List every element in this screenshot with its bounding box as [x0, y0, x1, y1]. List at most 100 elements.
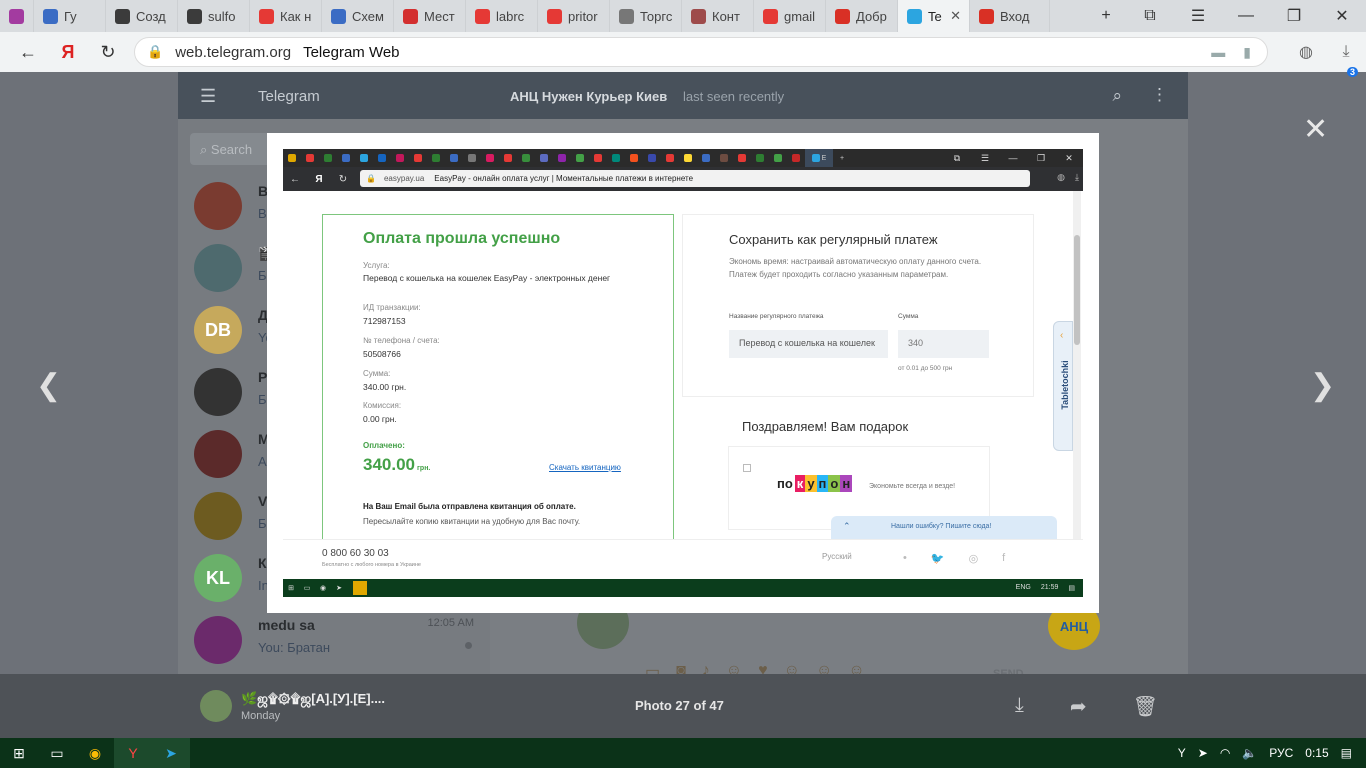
browser-tab[interactable]: Добр — [826, 0, 898, 32]
chat-list-item[interactable]: medu sa You: Братан 12:05 AM — [178, 609, 490, 671]
photo-tab-favicon-icon — [319, 149, 337, 167]
yandex-icon[interactable]: Я — [48, 42, 88, 63]
browser-tab[interactable]: Вход — [970, 0, 1050, 32]
download-icon[interactable]: ⤓ — [1015, 694, 1024, 719]
browser-tab[interactable]: gmail — [754, 0, 826, 32]
chat-avatar: DB — [194, 306, 242, 354]
tab-label: Схем — [352, 8, 384, 24]
chat-avatar — [194, 430, 242, 478]
close-viewer-icon[interactable]: ✕ — [1303, 112, 1328, 147]
browser-tab[interactable]: Гу — [34, 0, 106, 32]
regular-desc: Экономь время: настраивай автоматическую… — [729, 257, 982, 279]
browser-tab[interactable]: Конт — [682, 0, 754, 32]
tray-language[interactable]: РУС — [1269, 746, 1293, 760]
browser-tab[interactable]: Te ✕ — [898, 0, 970, 32]
telegram-app-icon[interactable]: ➤ — [152, 738, 190, 768]
minimize-button[interactable]: — — [1222, 0, 1270, 32]
tab-favicon-icon — [187, 8, 202, 24]
reload-button[interactable]: ↻ — [88, 42, 128, 63]
yandex-browser-icon[interactable]: Y — [114, 738, 152, 768]
volume-icon[interactable]: 🔈 — [1242, 746, 1257, 760]
telegram-tray-icon[interactable]: ➤ — [1198, 746, 1208, 760]
photo-tray-lang: ENG — [1015, 584, 1031, 591]
regular-title: Сохранить как регулярный платеж — [729, 232, 938, 247]
photo-tab-favicon-icon — [517, 149, 535, 167]
prev-photo-icon[interactable]: ❮ — [36, 368, 61, 403]
photo-restore-icon: ❐ — [1036, 152, 1046, 163]
chat-avatar — [194, 244, 242, 292]
hamburger-icon[interactable]: ☰ — [200, 86, 216, 107]
tabletochki-side-tab: ‹ Tabletochki — [1053, 321, 1073, 451]
close-tab-icon[interactable]: ✕ — [950, 8, 961, 24]
browser-tab[interactable]: labrc — [466, 0, 538, 32]
sender-name[interactable]: 🌿ஜ۩۞۩ஜ[А].[У].[Е].... — [241, 691, 385, 708]
photo-browser-tabs: Е + ⧉ ☰ — ❐ ✕ — [283, 149, 1083, 167]
photo-image[interactable]: Е + ⧉ ☰ — ❐ ✕ ← Я ↻ 🔒 easypay.ua EasyPay - о… — [267, 133, 1099, 613]
browser-tab[interactable]: Мест — [394, 0, 466, 32]
photo-tab-favicon-icon — [463, 149, 481, 167]
tab-label: Гу — [64, 8, 77, 24]
tab-favicon-icon — [691, 8, 706, 24]
paid-label: Оплачено: — [363, 441, 405, 450]
wifi-icon[interactable]: ◠ — [1220, 746, 1230, 760]
bookmarks-icon[interactable]: ⧉ — [1126, 0, 1174, 32]
downloads-icon[interactable]: ⤓ 3 — [1326, 43, 1366, 77]
sender-avatar[interactable] — [200, 690, 232, 722]
chat-title[interactable]: АНЦ Нужен Курьер Киев — [510, 89, 667, 104]
payment-success-card: Оплата прошла успешно Услуга: Перевод с … — [322, 214, 674, 539]
chat-bubble-icon[interactable]: ▬ — [1211, 44, 1225, 61]
yandex-tray-icon[interactable]: Y — [1178, 746, 1186, 760]
browser-tab[interactable]: Как н — [250, 0, 322, 32]
new-tab-button[interactable]: + — [1086, 0, 1126, 32]
tab-label: Вход — [1000, 8, 1030, 24]
browser-tab[interactable]: Схем — [322, 0, 394, 32]
next-photo-icon[interactable]: ❯ — [1310, 368, 1335, 403]
tray-time[interactable]: 0:15 — [1305, 746, 1328, 760]
browser-tab[interactable] — [0, 0, 34, 32]
notifications-icon[interactable]: ▤ — [1341, 746, 1352, 760]
task-view-icon[interactable]: ▭ — [38, 738, 76, 768]
tab-favicon-icon — [547, 8, 562, 24]
windows-start-icon[interactable]: ⊞ — [0, 738, 38, 768]
photo-scrollbar — [1073, 191, 1081, 539]
gift-checkbox — [743, 464, 751, 472]
chrome-icon[interactable]: ◉ — [76, 738, 114, 768]
tab-favicon-icon — [907, 8, 922, 24]
chat-preview: Б — [258, 268, 267, 283]
back-button[interactable]: ← — [8, 42, 48, 63]
photo-taskview-icon: ▭ — [303, 585, 311, 592]
restore-button[interactable]: ❐ — [1270, 0, 1318, 32]
fee-label: Комиссия: — [363, 401, 402, 410]
lock-icon: 🔒 — [147, 44, 164, 59]
forward-note: Пересылайте копию квитанции на удобную д… — [363, 517, 581, 526]
delete-icon[interactable]: 🗑 — [1133, 694, 1158, 719]
txn-value: 712987153 — [363, 316, 406, 326]
photo-tab-favicon-icon — [733, 149, 751, 167]
globe-icon[interactable]: ◍ — [1286, 42, 1326, 62]
photo-tab-favicon-icon — [625, 149, 643, 167]
forward-icon[interactable]: ➦ — [1070, 694, 1087, 719]
menu-icon[interactable]: ☰ — [1174, 0, 1222, 32]
tab-label: Добр — [856, 8, 887, 24]
search-icon: ⌕ — [200, 142, 208, 157]
close-window-button[interactable]: ✕ — [1318, 0, 1366, 32]
photo-download-icon: ⤓ — [1075, 172, 1079, 182]
address-bar[interactable]: 🔒 web.telegram.org Telegram Web ▬ ▮ — [134, 37, 1268, 67]
phone-value: 50508766 — [363, 349, 401, 359]
chevron-up-icon: ⌃ — [843, 521, 851, 531]
browser-tab[interactable]: Торгс — [610, 0, 682, 32]
photo-tab-favicon-icon — [427, 149, 445, 167]
browser-tab[interactable]: pritor — [538, 0, 610, 32]
photo-tab-favicon-icon — [751, 149, 769, 167]
browser-tab[interactable]: sulfo — [178, 0, 250, 32]
photo-tab-favicon-icon — [661, 149, 679, 167]
read-dot-icon — [465, 642, 472, 649]
bookmark-icon[interactable]: ▮ — [1243, 44, 1251, 61]
search-icon[interactable]: ⌕ — [1112, 86, 1122, 106]
chat-avatar — [194, 182, 242, 230]
browser-tab[interactable]: Созд — [106, 0, 178, 32]
twitter-icon: 🐦 — [930, 553, 945, 565]
more-icon[interactable]: ⋮ — [1151, 85, 1168, 105]
photo-tab-favicon-icon — [445, 149, 463, 167]
easypay-page: Оплата прошла успешно Услуга: Перевод с … — [283, 191, 1083, 539]
